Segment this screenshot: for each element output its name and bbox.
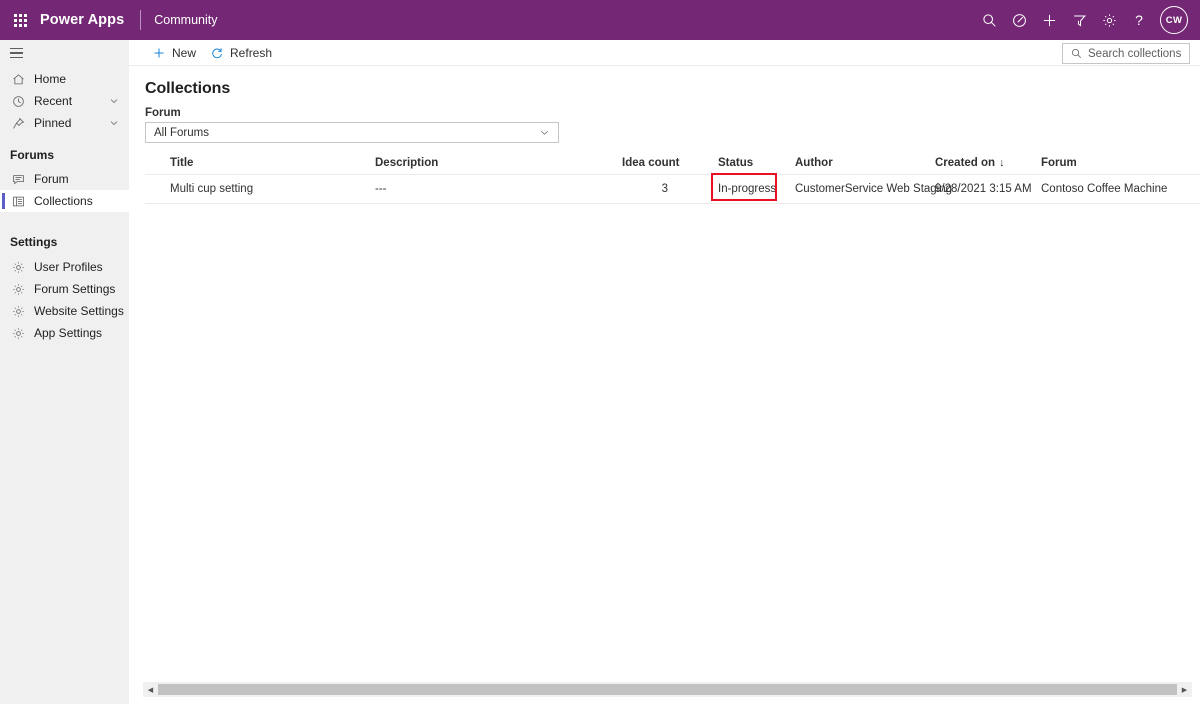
gear-icon — [10, 325, 26, 341]
sidebar-item-user-profiles[interactable]: User Profiles — [0, 256, 129, 278]
avatar[interactable]: CW — [1160, 6, 1188, 34]
forum-filter-value: All Forums — [154, 126, 209, 139]
sidebar-item-app-settings[interactable]: App Settings — [0, 322, 129, 344]
column-header-forum[interactable]: Forum — [1041, 157, 1077, 169]
sidebar-group-settings: Settings — [10, 235, 58, 249]
cell-idea-count: 3 — [661, 183, 668, 195]
table-header-row: Title Description Idea count Status Auth… — [145, 151, 1200, 175]
sidebar-item-collections[interactable]: Collections — [0, 190, 129, 212]
top-header: Power Apps Community ? CW — [0, 0, 1200, 40]
scroll-left-icon[interactable]: ◀ — [143, 682, 158, 697]
plus-icon — [152, 46, 166, 60]
sidebar-item-recent[interactable]: Recent — [0, 90, 129, 112]
column-header-description[interactable]: Description — [375, 157, 438, 169]
gear-icon — [10, 303, 26, 319]
command-bar: New Refresh Search collections — [129, 40, 1200, 66]
settings-button[interactable] — [1094, 0, 1124, 40]
header-actions: ? CW — [974, 0, 1200, 40]
sidebar-item-label: User Profiles — [34, 260, 103, 274]
refresh-icon — [210, 46, 224, 60]
chat-icon — [10, 171, 26, 187]
list-icon — [10, 193, 26, 209]
sidebar-item-home[interactable]: Home — [0, 68, 129, 90]
main-content: Collections Forum All Forums Title Descr… — [129, 66, 1200, 681]
gear-icon — [1102, 13, 1117, 28]
refresh-button[interactable]: Refresh — [203, 40, 279, 66]
home-icon — [10, 71, 26, 87]
filter-icon — [1072, 13, 1087, 28]
hamburger-menu-button[interactable] — [0, 43, 129, 63]
app-launcher-button[interactable] — [0, 0, 40, 40]
column-header-author[interactable]: Author — [795, 157, 833, 169]
column-header-status[interactable]: Status — [718, 157, 753, 169]
filter-button[interactable] — [1064, 0, 1094, 40]
help-icon: ? — [1135, 12, 1143, 28]
app-name[interactable]: Community — [154, 13, 217, 27]
search-icon — [982, 13, 997, 28]
scrollbar-thumb[interactable] — [158, 684, 1177, 695]
cell-title-link[interactable]: Multi cup setting — [170, 183, 253, 195]
plus-icon — [1042, 13, 1057, 28]
cell-status: In-progress — [718, 183, 777, 195]
search-placeholder: Search collections — [1088, 47, 1182, 60]
collections-table: Title Description Idea count Status Auth… — [145, 151, 1200, 204]
sidebar-item-label: Pinned — [34, 116, 72, 130]
forum-filter-label: Forum — [145, 107, 181, 119]
sidebar-item-label: Collections — [34, 194, 93, 208]
cell-description: --- — [375, 183, 387, 195]
sidebar-item-label: Forum — [34, 172, 69, 186]
gear-icon — [10, 281, 26, 297]
sidebar-item-label: App Settings — [34, 326, 103, 340]
chevron-down-icon[interactable] — [109, 96, 119, 106]
cell-author: CustomerService Web Staging — [795, 183, 953, 195]
waffle-icon — [13, 13, 27, 27]
sidebar-group-forums: Forums — [10, 148, 55, 162]
column-header-created-on[interactable]: Created on ↓ — [935, 157, 1005, 169]
search-button[interactable] — [974, 0, 1004, 40]
forum-filter-dropdown[interactable]: All Forums — [145, 122, 559, 143]
help-button[interactable]: ? — [1124, 0, 1154, 40]
search-icon — [1071, 48, 1082, 59]
environment-icon — [1012, 13, 1027, 28]
hamburger-icon — [10, 47, 23, 59]
environment-button[interactable] — [1004, 0, 1034, 40]
sidebar-item-label: Home — [34, 72, 67, 86]
sidebar-item-label: Recent — [34, 94, 73, 108]
sidebar-item-label: Forum Settings — [34, 282, 116, 296]
page-title: Collections — [145, 80, 231, 97]
column-header-created-on-label: Created on — [935, 156, 996, 169]
sidebar-item-forum[interactable]: Forum — [0, 168, 129, 190]
add-button[interactable] — [1034, 0, 1064, 40]
clock-icon — [10, 93, 26, 109]
new-button-label: New — [172, 46, 197, 60]
column-header-idea-count[interactable]: Idea count — [622, 157, 680, 169]
gear-icon — [10, 259, 26, 275]
sidebar: Home Recent Pinned Forums Forum Collecti… — [0, 40, 129, 704]
sidebar-item-label: Website Settings — [34, 304, 124, 318]
search-collections-input[interactable]: Search collections — [1062, 43, 1190, 64]
brand-name[interactable]: Power Apps — [40, 12, 124, 28]
brand-divider — [140, 10, 142, 30]
scroll-right-icon[interactable]: ▶ — [1177, 682, 1192, 697]
pin-icon — [10, 115, 26, 131]
sidebar-item-pinned[interactable]: Pinned — [0, 112, 129, 134]
sort-descending-icon: ↓ — [999, 156, 1005, 169]
chevron-down-icon[interactable] — [109, 118, 119, 128]
horizontal-scrollbar[interactable]: ◀ ▶ — [143, 682, 1192, 697]
table-row[interactable]: Multi cup setting --- 3 In-progress Cust… — [145, 175, 1200, 204]
chevron-down-icon — [539, 127, 550, 138]
refresh-button-label: Refresh — [230, 46, 273, 60]
cell-created-on: 9/28/2021 3:15 AM — [935, 183, 1032, 195]
cell-forum-link[interactable]: Contoso Coffee Machine — [1041, 183, 1167, 195]
column-header-title[interactable]: Title — [170, 157, 193, 169]
sidebar-item-forum-settings[interactable]: Forum Settings — [0, 278, 129, 300]
new-button[interactable]: New — [145, 40, 203, 66]
sidebar-item-website-settings[interactable]: Website Settings — [0, 300, 129, 322]
